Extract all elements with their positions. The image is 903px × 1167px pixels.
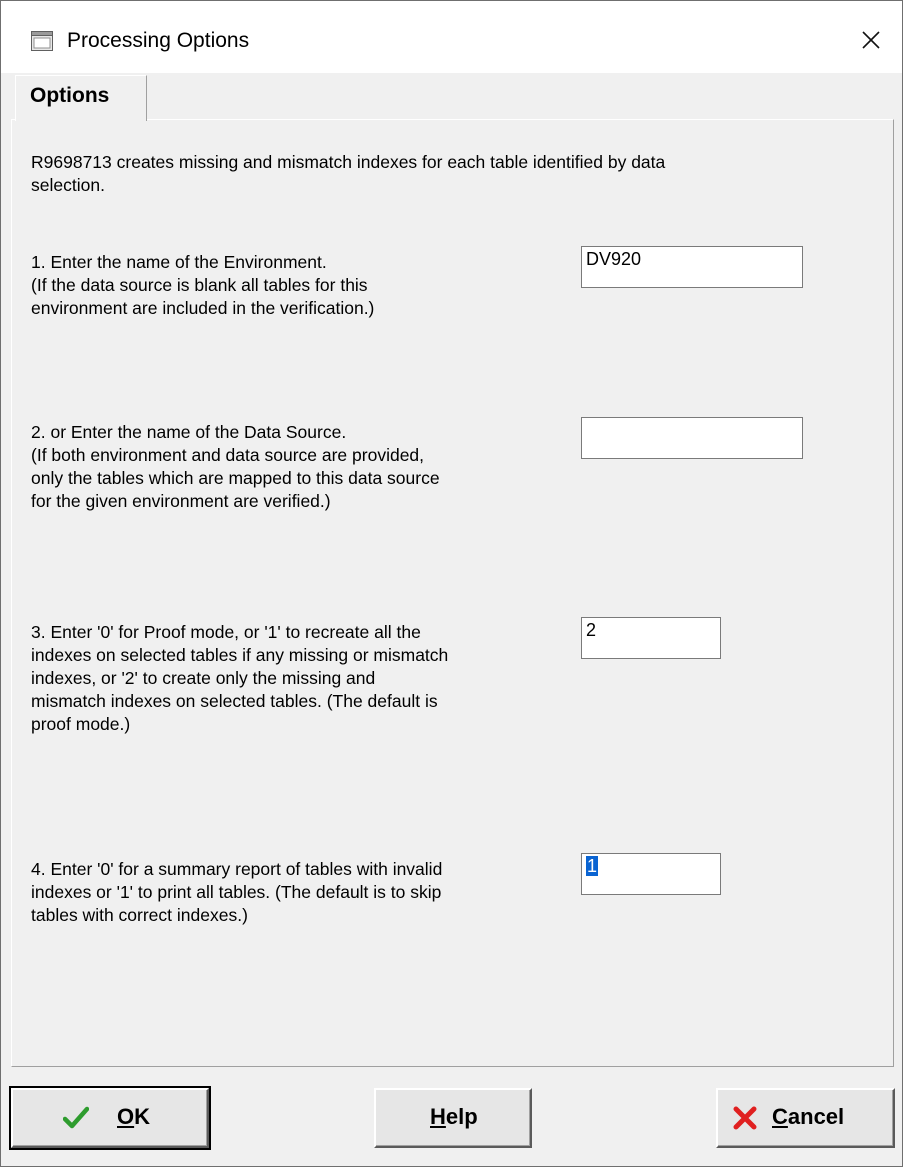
description-line-1: R9698713 creates missing and mismatch in… bbox=[31, 152, 666, 172]
ok-button[interactable]: OK bbox=[9, 1086, 211, 1150]
window-icon bbox=[31, 31, 53, 51]
processing-options-window: Processing Options Options R9698713 crea… bbox=[0, 0, 903, 1167]
report-mode-input[interactable]: 1 bbox=[581, 853, 721, 895]
tab-options-label: Options bbox=[30, 84, 110, 107]
tab-options[interactable]: Options bbox=[15, 75, 147, 121]
close-icon[interactable] bbox=[852, 21, 890, 59]
environment-input[interactable]: DV920 bbox=[581, 246, 803, 288]
red-x-icon bbox=[733, 1106, 757, 1130]
description-line-2: selection. bbox=[31, 175, 105, 195]
cancel-button-label: Cancel bbox=[772, 1104, 845, 1129]
window-title: Processing Options bbox=[67, 29, 250, 52]
help-button[interactable]: Help bbox=[374, 1088, 532, 1148]
title-bar: Processing Options bbox=[1, 1, 902, 73]
selected-text: 1 bbox=[586, 856, 599, 876]
help-button-label: Help bbox=[430, 1104, 478, 1129]
checkmark-icon bbox=[63, 1106, 89, 1129]
ok-button-label: OK bbox=[117, 1104, 151, 1129]
data-source-input[interactable] bbox=[581, 417, 803, 459]
processing-mode-input[interactable]: 2 bbox=[581, 617, 721, 659]
cancel-button[interactable]: Cancel bbox=[716, 1088, 895, 1148]
